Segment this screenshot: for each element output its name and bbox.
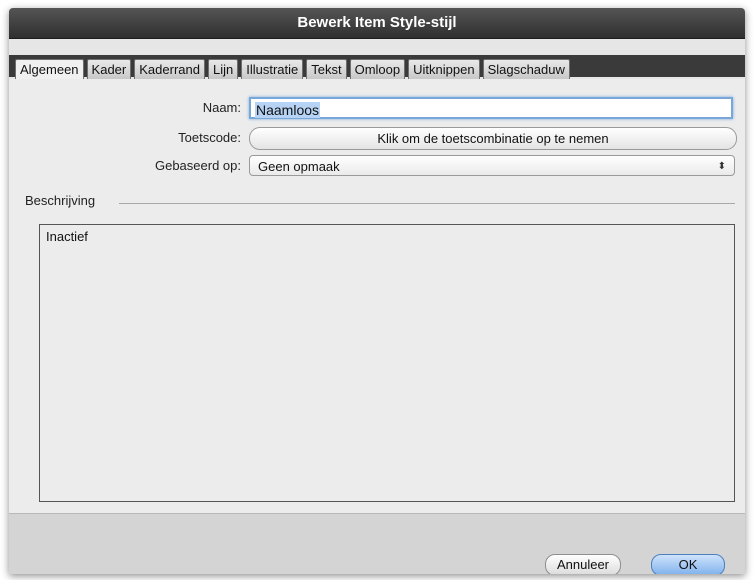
description-divider xyxy=(119,203,735,204)
description-label: Beschrijving xyxy=(25,193,96,208)
name-input[interactable]: Naamloos xyxy=(249,97,733,119)
based-on-label: Gebaseerd op: xyxy=(154,158,241,173)
tab-illustratie[interactable]: Illustratie xyxy=(241,59,304,79)
cancel-button[interactable]: Annuleer xyxy=(545,554,621,574)
tab-slagschaduw[interactable]: Slagschaduw xyxy=(482,59,570,79)
dialog-window: Bewerk Item Style-stijl Algemeen Kader K… xyxy=(9,8,745,574)
tab-kaderrand[interactable]: Kaderrand xyxy=(134,59,205,79)
tab-kader[interactable]: Kader xyxy=(86,59,132,79)
select-arrows-icon: ⬍ xyxy=(717,161,726,172)
tab-omloop[interactable]: Omloop xyxy=(349,59,406,79)
name-label: Naam: xyxy=(202,100,241,115)
tab-tekst[interactable]: Tekst xyxy=(306,59,347,79)
tab-lijn[interactable]: Lijn xyxy=(207,59,239,79)
description-text: Inactief xyxy=(46,229,88,244)
tab-bar: Algemeen Kader Kaderrand Lijn Illustrati… xyxy=(15,59,570,80)
ok-button[interactable]: OK xyxy=(651,554,725,574)
keycode-label: Toetscode: xyxy=(178,130,241,145)
based-on-select[interactable]: Geen opmaak ⬍ xyxy=(249,155,735,176)
tab-algemeen[interactable]: Algemeen xyxy=(15,59,84,80)
dialog-footer: Annuleer OK xyxy=(9,513,745,574)
description-box: Inactief xyxy=(39,224,735,502)
name-input-value: Naamloos xyxy=(255,102,321,118)
based-on-value: Geen opmaak xyxy=(258,159,340,174)
record-keycode-button[interactable]: Klik om de toetscombinatie op te nemen xyxy=(249,127,737,150)
general-panel: Naam: Naamloos Toetscode: Klik om de toe… xyxy=(9,79,745,513)
tab-uitknippen[interactable]: Uitknippen xyxy=(408,59,480,79)
title-spacer xyxy=(9,39,745,55)
window-title: Bewerk Item Style-stijl xyxy=(9,8,745,39)
